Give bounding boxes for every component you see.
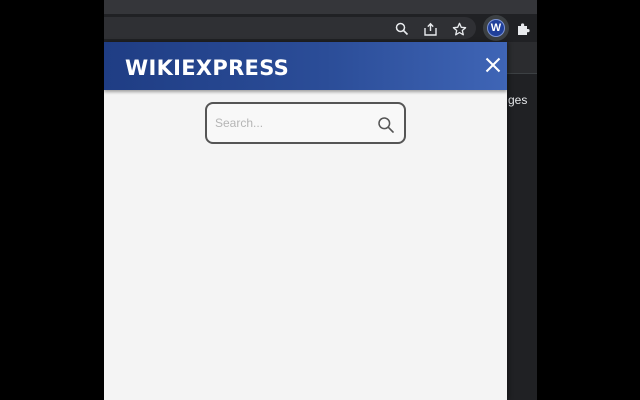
wikiexpress-popup: WIKIEXPRESS — [104, 42, 507, 400]
search-button[interactable] — [377, 116, 395, 134]
zoom-icon[interactable] — [393, 20, 411, 38]
close-icon — [485, 57, 501, 73]
popup-header: WIKIEXPRESS — [104, 42, 507, 90]
wikiexpress-extension-icon: W — [487, 19, 505, 37]
bookmark-star-icon[interactable] — [450, 20, 468, 38]
page-text-fragment: ges — [508, 93, 528, 107]
brand-title: WIKIEXPRESS — [125, 56, 290, 80]
extension-letter: W — [490, 22, 502, 34]
extensions-puzzle-icon[interactable] — [514, 20, 532, 38]
page-header-strip — [504, 42, 537, 74]
search-input[interactable] — [215, 113, 365, 133]
close-button[interactable] — [482, 54, 504, 76]
tab-strip — [104, 0, 537, 14]
browser-toolbar: W — [104, 14, 537, 42]
share-icon[interactable] — [421, 20, 439, 38]
wikiexpress-extension-button[interactable]: W — [483, 15, 509, 41]
search-icon — [378, 117, 394, 133]
search-box — [205, 102, 406, 144]
